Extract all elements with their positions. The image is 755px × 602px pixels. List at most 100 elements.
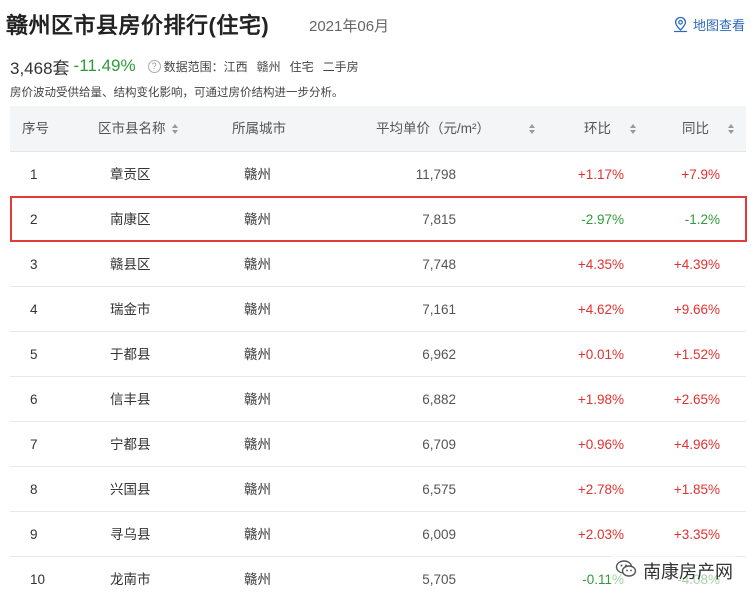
- row-price: 6,882: [422, 392, 456, 407]
- table-row[interactable]: 8 兴国县 赣州 6,575 +2.78% +1.85%: [10, 467, 746, 512]
- row-index: 10: [30, 572, 46, 587]
- row-district: 宁都县: [110, 437, 151, 452]
- header-district[interactable]: 区市县名称: [98, 106, 179, 152]
- row-city: 赣州: [244, 572, 271, 587]
- scope-market: 二手房: [322, 59, 359, 74]
- scope-type: 住宅: [289, 59, 314, 74]
- row-index: 6: [30, 392, 38, 407]
- row-district: 兴国县: [110, 482, 151, 497]
- row-mom: -2.97%: [581, 212, 624, 227]
- row-price: 11,798: [415, 167, 456, 182]
- scope-label: 数据范围：: [163, 59, 224, 74]
- header-city: 所属城市: [232, 121, 286, 136]
- row-district: 章贡区: [110, 167, 151, 182]
- row-district: 赣县区: [110, 257, 151, 272]
- row-mom: +2.78%: [577, 482, 624, 497]
- header-yoy-label: 同比: [682, 121, 709, 136]
- row-district: 瑞金市: [110, 302, 151, 317]
- row-price: 6,709: [422, 437, 456, 452]
- summary-bar: 3,468套 -11.49% ? 数据范围： 江西 赣州 住宅 二手房: [10, 55, 359, 78]
- row-mom: +0.96%: [577, 437, 624, 452]
- report-date: 2021年06月: [309, 18, 390, 35]
- row-yoy: +4.96%: [673, 437, 720, 452]
- sort-icon: [172, 124, 179, 135]
- sort-icon: [528, 124, 535, 135]
- row-index: 5: [30, 347, 38, 362]
- row-city: 赣州: [244, 527, 271, 542]
- row-city: 赣州: [244, 392, 271, 407]
- table-row[interactable]: 4 瑞金市 赣州 7,161 +4.62% +9.66%: [10, 287, 746, 332]
- row-index: 4: [30, 302, 38, 317]
- row-index: 3: [30, 257, 38, 272]
- row-yoy: +1.52%: [673, 347, 720, 362]
- sort-icon: [727, 124, 734, 135]
- row-mom: +0.01%: [577, 347, 624, 362]
- wechat-icon: [615, 559, 637, 584]
- row-price: 6,962: [422, 347, 456, 362]
- table-row[interactable]: 1 章贡区 赣州 11,798 +1.17% +7.9%: [10, 152, 746, 197]
- header-yoy[interactable]: 同比: [682, 106, 735, 152]
- table-row[interactable]: 7 宁都县 赣州 6,709 +0.96% +4.96%: [10, 422, 746, 467]
- row-mom: +1.17%: [577, 167, 624, 182]
- row-index: 8: [30, 482, 38, 497]
- row-index: 9: [30, 527, 38, 542]
- page-header: 赣州区市县房价排行(住宅) 2021年06月 地图查看: [0, 0, 755, 48]
- row-price: 6,575: [422, 482, 456, 497]
- row-price: 7,815: [422, 212, 456, 227]
- table-row[interactable]: 2 南康区 赣州 7,815 -2.97% -1.2%: [10, 197, 746, 242]
- header-district-label: 区市县名称: [98, 121, 166, 136]
- map-view-link[interactable]: 地图查看: [672, 15, 745, 34]
- header-price[interactable]: 平均单价（元/m²）: [376, 106, 536, 152]
- table-row[interactable]: 9 寻乌县 赣州 6,009 +2.03% +3.35%: [10, 512, 746, 557]
- row-price: 6,009: [422, 527, 456, 542]
- map-view-label: 地图查看: [692, 18, 745, 33]
- header-index: 序号: [22, 121, 49, 136]
- row-city: 赣州: [244, 167, 271, 182]
- map-pin-icon: [672, 16, 689, 33]
- row-city: 赣州: [244, 212, 271, 227]
- row-city: 赣州: [244, 257, 271, 272]
- table-row[interactable]: 5 于都县 赣州 6,962 +0.01% +1.52%: [10, 332, 746, 377]
- row-yoy: +9.66%: [673, 302, 720, 317]
- row-yoy: +1.85%: [673, 482, 720, 497]
- info-note: 房价波动受供给量、结构变化影响，可通过房价结构进一步分析。: [10, 87, 344, 99]
- table-header: 序号 区市县名称 所属城市 平均单价（元/m²） 环比 同比: [10, 106, 746, 152]
- row-district: 信丰县: [110, 392, 151, 407]
- row-district: 于都县: [110, 347, 151, 362]
- listing-count: 3,468套: [10, 58, 70, 78]
- header-price-label: 平均单价（元/m²）: [376, 121, 490, 136]
- ranking-table: 序号 区市县名称 所属城市 平均单价（元/m²） 环比 同比 1 章贡区 赣州 …: [10, 106, 747, 602]
- question-icon[interactable]: ?: [147, 59, 161, 73]
- watermark: 南康房产网: [611, 556, 737, 586]
- row-yoy: +4.39%: [673, 257, 720, 272]
- row-yoy: +2.65%: [673, 392, 720, 407]
- page-title: 赣州区市县房价排行(住宅): [6, 13, 270, 38]
- sort-icon: [629, 124, 636, 135]
- row-district: 寻乌县: [110, 527, 151, 542]
- row-index: 1: [30, 167, 38, 182]
- row-mom: +4.62%: [577, 302, 624, 317]
- row-price: 5,705: [422, 572, 456, 587]
- row-city: 赣州: [244, 482, 271, 497]
- row-yoy: +3.35%: [673, 527, 720, 542]
- row-mom: +1.98%: [577, 392, 624, 407]
- watermark-text: 南康房产网: [643, 562, 733, 582]
- table-row[interactable]: 3 赣县区 赣州 7,748 +4.35% +4.39%: [10, 242, 746, 287]
- row-district: 龙南市: [110, 572, 151, 587]
- row-mom: +4.35%: [577, 257, 624, 272]
- row-price: 7,161: [422, 302, 456, 317]
- row-yoy: +7.9%: [681, 167, 720, 182]
- row-district: 南康区: [110, 212, 151, 227]
- table-row[interactable]: 6 信丰县 赣州 6,882 +1.98% +2.65%: [10, 377, 746, 422]
- row-city: 赣州: [244, 347, 271, 362]
- row-city: 赣州: [244, 437, 271, 452]
- header-mom[interactable]: 环比: [584, 106, 637, 152]
- row-index: 7: [30, 437, 38, 452]
- price-change: -11.49%: [73, 56, 136, 75]
- row-index: 2: [30, 212, 38, 227]
- row-mom: +2.03%: [577, 527, 624, 542]
- row-city: 赣州: [244, 302, 271, 317]
- row-price: 7,748: [422, 257, 456, 272]
- scope-city: 赣州: [256, 59, 281, 74]
- row-yoy: -1.2%: [684, 212, 720, 227]
